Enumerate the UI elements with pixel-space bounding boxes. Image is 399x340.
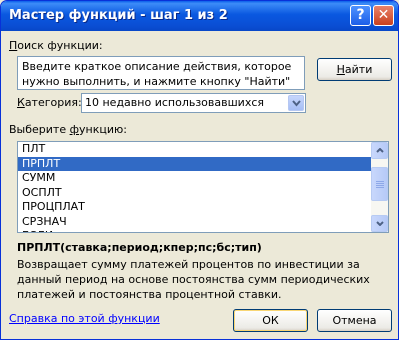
search-description-text: Введите краткое описание действия, котор…: [22, 60, 292, 88]
find-button[interactable]: Найти: [317, 58, 392, 81]
function-description: Возвращает сумму платежей процентов по и…: [17, 258, 370, 301]
function-list[interactable]: ПЛТПРПЛТСУММОСПЛТПРОЦПЛАТСРЗНАЧЕСЛИ: [17, 141, 389, 233]
function-wizard-dialog: Мастер функций - шаг 1 из 2 ? ✕ Поиск фу…: [0, 0, 399, 340]
help-title-button[interactable]: ?: [350, 5, 371, 26]
category-select[interactable]: 10 недавно использовавшихся: [81, 93, 306, 113]
question-mark-icon: ?: [356, 7, 365, 23]
functions-label: Выберите функцию:: [9, 123, 127, 136]
window-title: Мастер функций - шаг 1 из 2: [9, 8, 228, 23]
search-description-field[interactable]: Введите краткое описание действия, котор…: [17, 56, 305, 90]
chevron-down-icon: [292, 100, 301, 107]
close-x-icon: ✕: [377, 7, 390, 23]
scroll-down-button[interactable]: [371, 215, 388, 232]
scroll-up-button[interactable]: [371, 142, 388, 159]
function-list-item[interactable]: ПЛТ: [18, 142, 371, 157]
cancel-button[interactable]: Отмена: [317, 309, 392, 332]
title-bar[interactable]: Мастер функций - шаг 1 из 2 ? ✕: [1, 1, 398, 31]
category-selected-value: 10 недавно использовавшихся: [85, 96, 265, 109]
category-dropdown-button[interactable]: [288, 95, 304, 111]
arrow-down-icon: [376, 221, 384, 226]
function-list-item[interactable]: ОСПЛТ: [18, 186, 371, 201]
arrow-up-icon: [376, 148, 384, 153]
function-list-item[interactable]: СУММ: [18, 171, 371, 186]
ok-button[interactable]: ОК: [233, 309, 308, 332]
function-list-item[interactable]: СРЗНАЧ: [18, 215, 371, 230]
close-title-button[interactable]: ✕: [373, 5, 394, 26]
scroll-thumb[interactable]: [371, 167, 388, 201]
function-list-item[interactable]: ПРОЦПЛАТ: [18, 200, 371, 215]
function-list-items: ПЛТПРПЛТСУММОСПЛТПРОЦПЛАТСРЗНАЧЕСЛИ: [18, 142, 371, 232]
function-signature: ПРПЛТ(ставка;период;кпер;пс;бс;тип): [17, 241, 262, 254]
function-list-item[interactable]: ЕСЛИ: [18, 229, 371, 232]
function-help-link[interactable]: Справка по этой функции: [9, 312, 160, 325]
category-label: Категория:: [17, 96, 82, 109]
search-label: Поиск функции:: [9, 39, 103, 52]
function-list-item[interactable]: ПРПЛТ: [18, 156, 371, 171]
function-list-scrollbar[interactable]: [371, 142, 388, 232]
